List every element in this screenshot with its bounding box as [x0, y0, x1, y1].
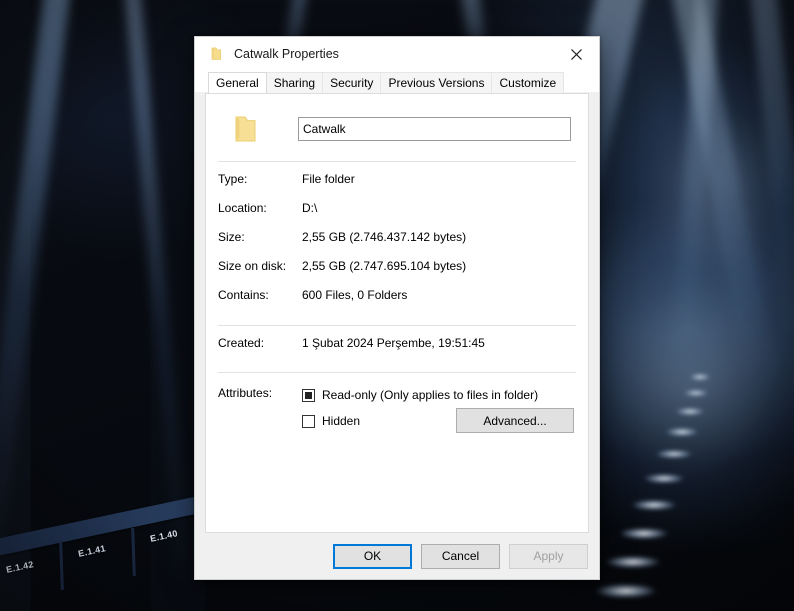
- apply-button: Apply: [509, 543, 588, 569]
- info-label: Contains:: [218, 288, 269, 302]
- hidden-checkbox[interactable]: [302, 414, 315, 428]
- folder-properties-dialog: Catwalk Properties General Sharing Secur…: [194, 36, 600, 580]
- folder-dates: Created: 1 Şubat 2024 Perşembe, 19:51:45: [206, 326, 588, 365]
- info-row-created: Created: 1 Şubat 2024 Perşembe, 19:51:45: [218, 336, 576, 365]
- advanced-button[interactable]: Advanced...: [456, 408, 574, 433]
- tab-label: Previous Versions: [388, 76, 485, 90]
- tab-customize[interactable]: Customize: [491, 72, 565, 93]
- tab-label: General: [216, 76, 259, 90]
- info-row-size-on-disk: Size on disk: 2,55 GB (2.747.695.104 byt…: [218, 259, 576, 288]
- general-tab-panel: Type: File folder Location: D:\ Size: 2,…: [205, 93, 589, 533]
- folder-icon: [228, 114, 262, 144]
- hidden-label: Hidden: [322, 414, 361, 428]
- folder-name-input[interactable]: [298, 117, 571, 141]
- attributes-section: Attributes: Read-only (Only applies to f…: [206, 373, 588, 433]
- tab-label: Sharing: [273, 76, 316, 90]
- info-row-location: Location: D:\: [218, 201, 576, 230]
- folder-info-list: Type: File folder Location: D:\ Size: 2,…: [206, 162, 588, 317]
- ok-button[interactable]: OK: [333, 543, 412, 569]
- info-value: 2,55 GB (2.747.695.104 bytes): [302, 259, 467, 273]
- info-label: Created:: [218, 336, 265, 350]
- info-value: File folder: [302, 172, 355, 186]
- attributes-label: Attributes:: [218, 386, 273, 400]
- info-value: 1 Şubat 2024 Perşembe, 19:51:45: [302, 336, 485, 350]
- info-value: 600 Files, 0 Folders: [302, 288, 408, 302]
- tab-sharing[interactable]: Sharing: [265, 72, 324, 93]
- info-value: 2,55 GB (2.746.437.142 bytes): [302, 230, 467, 244]
- info-label: Size on disk:: [218, 259, 287, 273]
- folder-name-row: [206, 94, 588, 152]
- dialog-titlebar[interactable]: Catwalk Properties: [195, 37, 599, 71]
- close-icon[interactable]: [554, 37, 599, 71]
- tab-general[interactable]: General: [208, 72, 267, 93]
- dialog-button-bar: OK Cancel Apply: [195, 533, 599, 579]
- info-row-size: Size: 2,55 GB (2.746.437.142 bytes): [218, 230, 576, 259]
- info-value: D:\: [302, 201, 318, 215]
- tab-label: Customize: [499, 76, 557, 90]
- tab-label: Security: [330, 76, 374, 90]
- info-row-type: Type: File folder: [218, 172, 576, 201]
- tab-previous-versions[interactable]: Previous Versions: [380, 72, 493, 93]
- info-label: Size:: [218, 230, 245, 244]
- info-label: Location:: [218, 201, 267, 215]
- info-row-contains: Contains: 600 Files, 0 Folders: [218, 288, 576, 317]
- readonly-checkbox-row[interactable]: Read-only (Only applies to files in fold…: [302, 384, 576, 406]
- tab-security[interactable]: Security: [322, 72, 382, 93]
- tab-bar: General Sharing Security Previous Versio…: [195, 71, 599, 93]
- folder-icon: [208, 46, 224, 62]
- hidden-checkbox-row[interactable]: Hidden Advanced...: [302, 408, 576, 433]
- dialog-title: Catwalk Properties: [234, 47, 339, 61]
- readonly-checkbox[interactable]: [302, 388, 315, 402]
- cancel-button[interactable]: Cancel: [421, 543, 500, 569]
- info-label: Type:: [218, 172, 248, 186]
- readonly-label: Read-only (Only applies to files in fold…: [322, 388, 539, 402]
